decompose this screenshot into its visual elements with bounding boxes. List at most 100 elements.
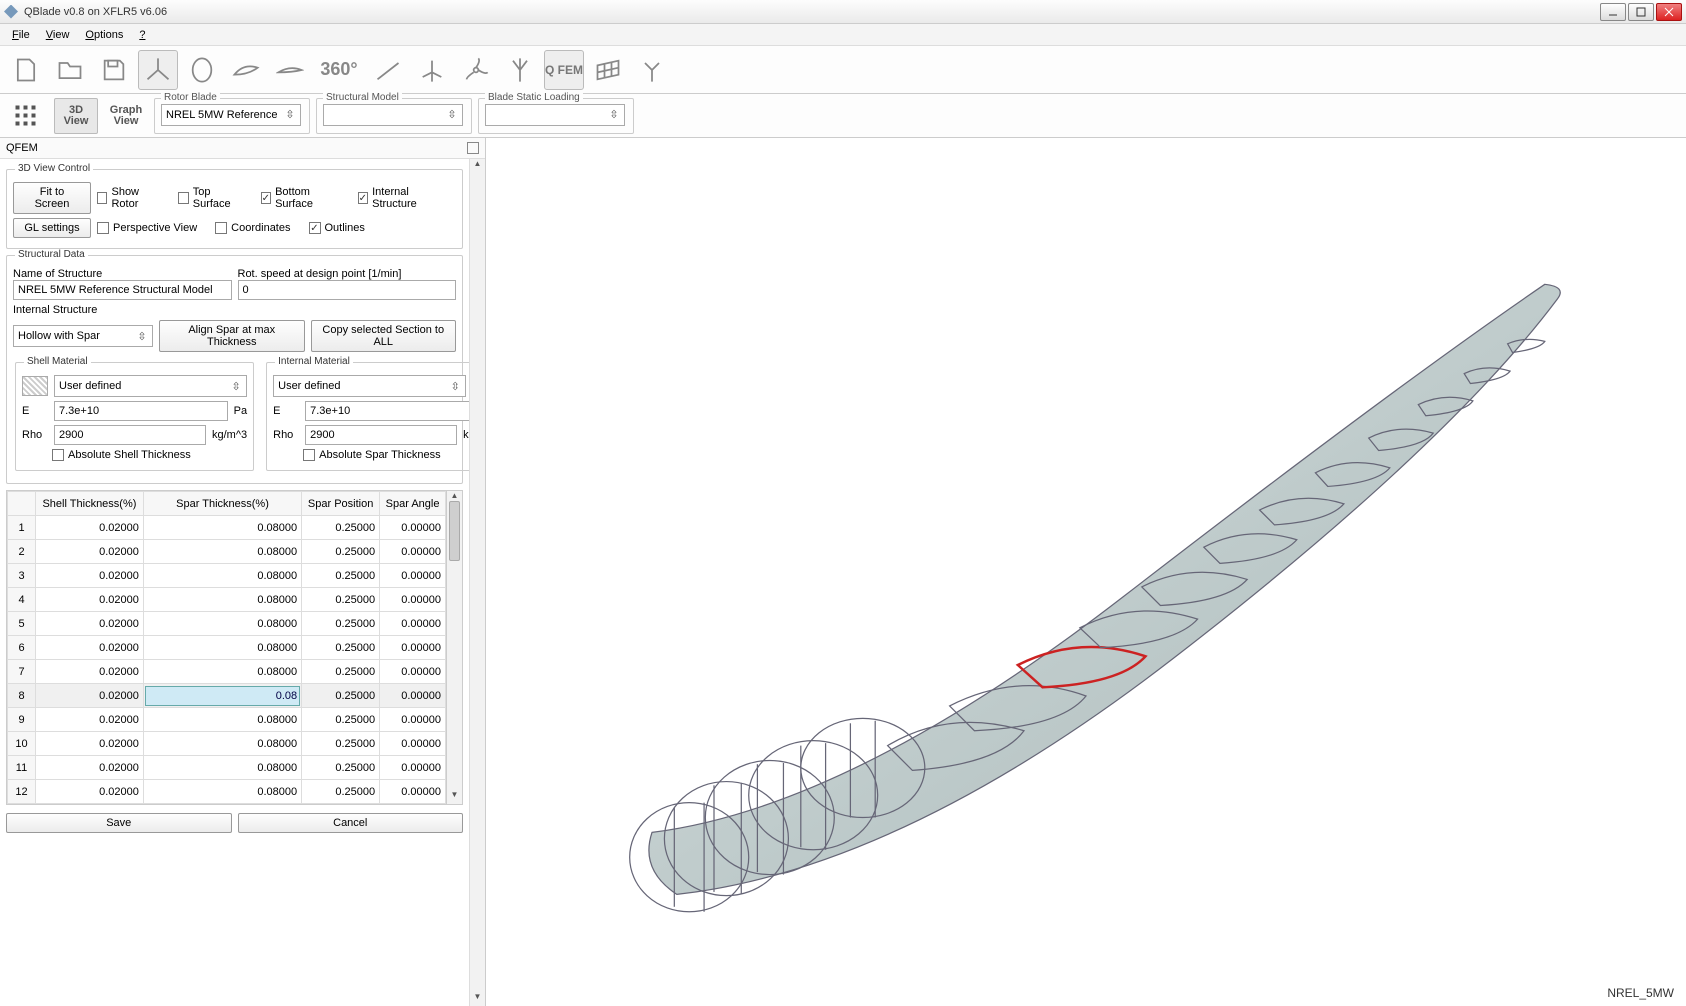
turbine2-icon[interactable]: [500, 50, 540, 90]
qfem-icon[interactable]: Q FEM: [544, 50, 584, 90]
table-scrollbar[interactable]: ▲ ▼: [446, 491, 462, 804]
table-cell[interactable]: 0.00000: [380, 660, 446, 684]
airfoil1-icon[interactable]: [226, 50, 266, 90]
row-header[interactable]: 9: [8, 708, 36, 732]
table-cell[interactable]: 0.08000: [143, 780, 301, 804]
row-header[interactable]: 12: [8, 780, 36, 804]
table-cell[interactable]: 0.25000: [302, 588, 380, 612]
graph-view-button[interactable]: Graph View: [104, 98, 148, 134]
table-cell[interactable]: 0.25000: [302, 564, 380, 588]
table-row[interactable]: 50.020000.080000.250000.00000: [8, 612, 446, 636]
table-cell[interactable]: 0.02000: [36, 684, 144, 708]
row-header[interactable]: 1: [8, 516, 36, 540]
row-header[interactable]: 7: [8, 660, 36, 684]
internal-structure-check[interactable]: ✓Internal Structure: [358, 186, 444, 210]
table-row[interactable]: 60.020000.080000.250000.00000: [8, 636, 446, 660]
table-cell[interactable]: 0.25000: [302, 780, 380, 804]
row-header[interactable]: 10: [8, 732, 36, 756]
scroll-thumb[interactable]: [449, 501, 460, 561]
table-cell[interactable]: 0.08000: [143, 516, 301, 540]
fit-to-screen-button[interactable]: Fit to Screen: [13, 182, 91, 214]
perspective-check[interactable]: Perspective View: [97, 222, 197, 234]
table-cell[interactable]: 0.02000: [36, 564, 144, 588]
copy-section-button[interactable]: Copy selected Section to ALL: [311, 320, 457, 352]
new-file-icon[interactable]: [6, 50, 46, 90]
table-cell[interactable]: 0.00000: [380, 588, 446, 612]
int-e-input[interactable]: [305, 401, 469, 421]
panel-scrollbar[interactable]: ▲ ▼: [469, 159, 485, 1006]
table-cell[interactable]: 0.08000: [143, 612, 301, 636]
int-rho-input[interactable]: [305, 425, 457, 445]
row-header[interactable]: 8: [8, 684, 36, 708]
abs-shell-check[interactable]: Absolute Shell Thickness: [52, 449, 191, 461]
save-button[interactable]: Save: [6, 813, 232, 833]
table-cell[interactable]: 0.08000: [143, 732, 301, 756]
table-cell[interactable]: 0.25000: [302, 516, 380, 540]
table-row[interactable]: 30.020000.080000.250000.00000: [8, 564, 446, 588]
row-header[interactable]: 2: [8, 540, 36, 564]
table-row[interactable]: 80.020000.250000.00000: [8, 684, 446, 708]
table-cell[interactable]: 0.25000: [302, 540, 380, 564]
table-cell[interactable]: 0.00000: [380, 780, 446, 804]
axes-icon[interactable]: [138, 50, 178, 90]
row-header[interactable]: 3: [8, 564, 36, 588]
bottom-surface-check[interactable]: ✓Bottom Surface: [261, 186, 340, 210]
airfoil2-icon[interactable]: [270, 50, 310, 90]
table-cell[interactable]: 0.02000: [36, 708, 144, 732]
row-header[interactable]: 11: [8, 756, 36, 780]
table-cell[interactable]: 0.25000: [302, 636, 380, 660]
360-icon[interactable]: 360°: [314, 50, 364, 90]
table-cell[interactable]: 0.25000: [302, 660, 380, 684]
menu-view[interactable]: View: [38, 27, 78, 43]
table-cell[interactable]: 0.02000: [36, 540, 144, 564]
scroll-down-icon[interactable]: ▼: [470, 992, 485, 1006]
internal-structure-combo[interactable]: Hollow with Spar⇳: [13, 325, 153, 347]
table-cell[interactable]: [143, 684, 301, 708]
table-cell[interactable]: 0.08000: [143, 636, 301, 660]
table-cell[interactable]: 0.00000: [380, 684, 446, 708]
row-header[interactable]: 5: [8, 612, 36, 636]
table-row[interactable]: 10.020000.080000.250000.00000: [8, 516, 446, 540]
table-cell[interactable]: 0.02000: [36, 756, 144, 780]
row-header[interactable]: 4: [8, 588, 36, 612]
table-cell[interactable]: 0.08000: [143, 708, 301, 732]
mesh-icon[interactable]: [588, 50, 628, 90]
static-loading-combo[interactable]: ⇳: [485, 104, 625, 126]
table-cell[interactable]: 0.25000: [302, 756, 380, 780]
table-cell[interactable]: 0.08000: [143, 588, 301, 612]
table-cell[interactable]: 0.00000: [380, 636, 446, 660]
table-cell[interactable]: 0.02000: [36, 588, 144, 612]
sections-table[interactable]: Shell Thickness(%) Spar Thickness(%) Spa…: [7, 491, 446, 804]
table-cell[interactable]: 0.00000: [380, 540, 446, 564]
points-view-button[interactable]: [4, 98, 48, 134]
menu-options[interactable]: Options: [77, 27, 131, 43]
outlines-check[interactable]: ✓Outlines: [309, 222, 365, 234]
table-cell[interactable]: 0.02000: [36, 636, 144, 660]
structural-model-combo[interactable]: ⇳: [323, 104, 463, 126]
table-cell[interactable]: 0.08000: [143, 756, 301, 780]
table-cell[interactable]: 0.25000: [302, 612, 380, 636]
scroll-down-icon[interactable]: ▼: [447, 790, 462, 804]
rotor-blade-combo[interactable]: NREL 5MW Reference ⇳: [161, 104, 301, 126]
blade-icon[interactable]: [368, 50, 408, 90]
table-row[interactable]: 110.020000.080000.250000.00000: [8, 756, 446, 780]
save-icon[interactable]: [94, 50, 134, 90]
table-cell[interactable]: 0.08000: [143, 564, 301, 588]
shell-material-combo[interactable]: User defined⇳: [54, 375, 247, 397]
table-cell[interactable]: 0.00000: [380, 612, 446, 636]
table-row[interactable]: 40.020000.080000.250000.00000: [8, 588, 446, 612]
table-row[interactable]: 20.020000.080000.250000.00000: [8, 540, 446, 564]
table-cell[interactable]: 0.00000: [380, 708, 446, 732]
shell-rho-input[interactable]: [54, 425, 206, 445]
panel-detach-icon[interactable]: [467, 142, 479, 154]
rot-speed-input[interactable]: [238, 280, 457, 300]
table-cell[interactable]: 0.02000: [36, 612, 144, 636]
gl-settings-button[interactable]: GL settings: [13, 218, 91, 238]
menu-file[interactable]: File: [4, 27, 38, 43]
table-row[interactable]: 70.020000.080000.250000.00000: [8, 660, 446, 684]
table-cell[interactable]: 0.02000: [36, 780, 144, 804]
coordinates-check[interactable]: Coordinates: [215, 222, 290, 234]
rotor-icon[interactable]: [456, 50, 496, 90]
structure-name-input[interactable]: [13, 280, 232, 300]
turbine3-icon[interactable]: [632, 50, 672, 90]
